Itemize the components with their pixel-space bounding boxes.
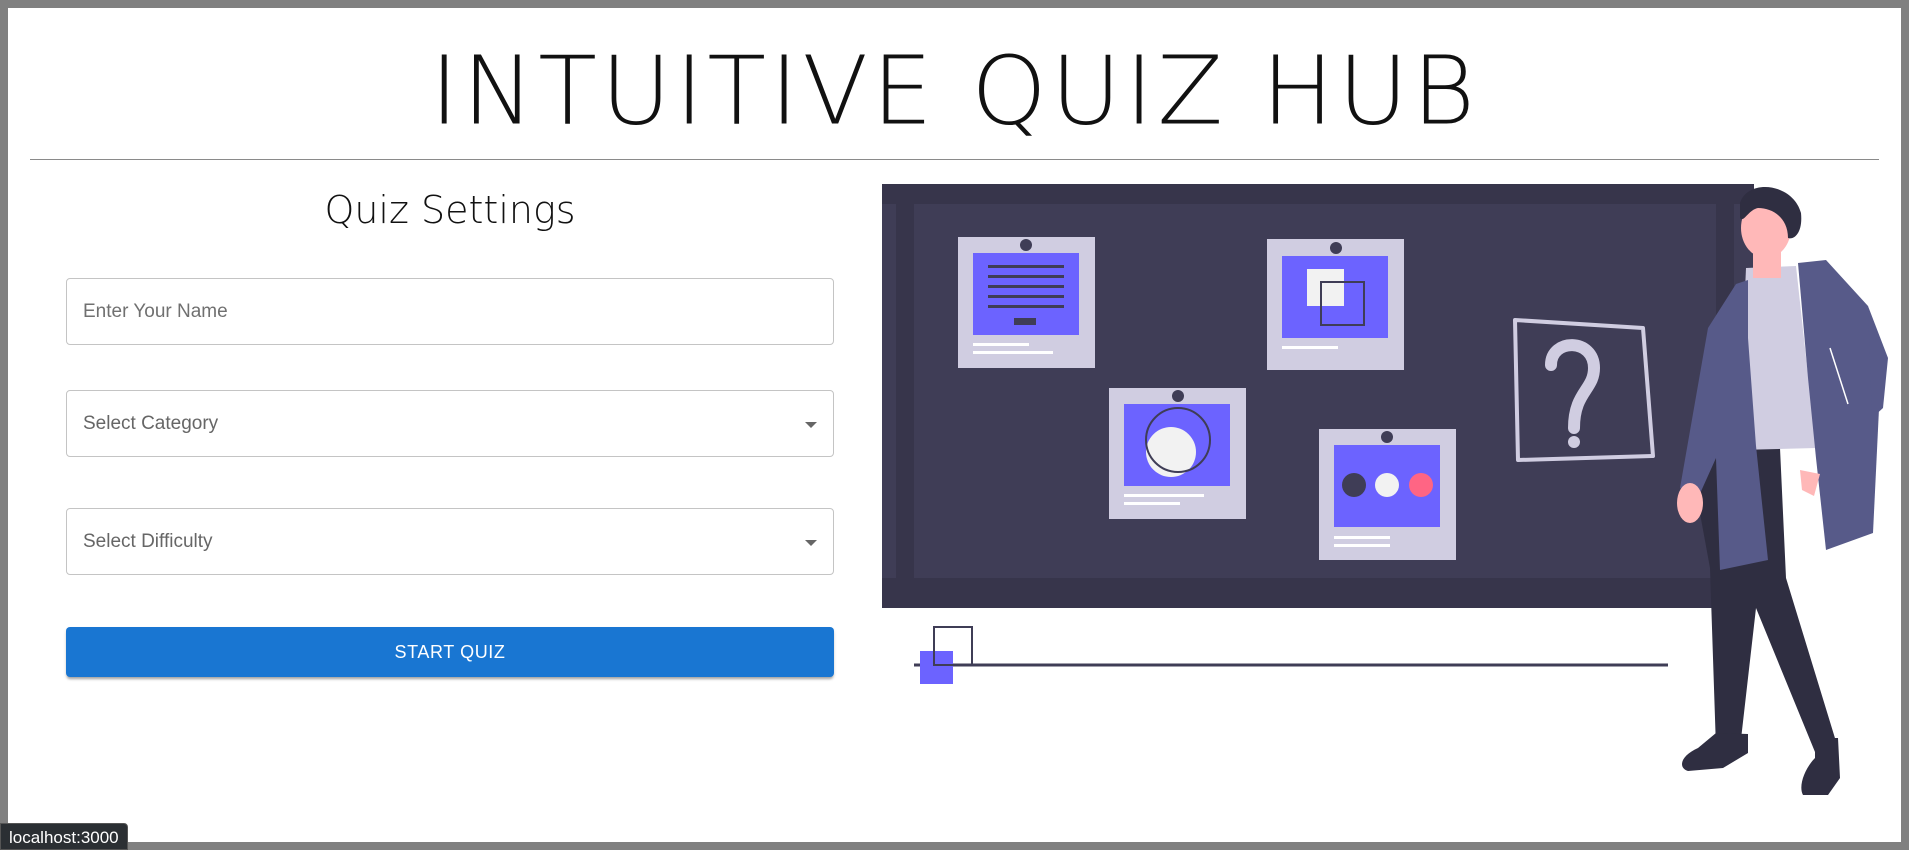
chevron-down-icon [805,540,817,546]
name-input[interactable] [67,279,833,344]
quiz-settings-heading: Quiz Settings [66,188,834,232]
start-quiz-button[interactable]: START QUIZ [66,627,834,677]
category-select[interactable]: Select Category [66,390,834,457]
accent-square [920,651,953,684]
category-select-label: Select Category [83,413,218,435]
app-frame: INTUITIVE QUIZ HUB Quiz Settings Select … [0,0,1909,850]
dots-card [1319,429,1456,560]
quiz-board-illustration [868,178,1898,828]
chevron-down-icon [805,422,817,428]
shapes-card [1267,239,1404,370]
document-card [958,237,1095,368]
status-bar-url: localhost:3000 [0,823,128,850]
difficulty-select[interactable]: Select Difficulty [66,508,834,575]
circles-card [1109,388,1246,519]
app-title: INTUITIVE QUIZ HUB [8,37,1901,145]
difficulty-select-label: Select Difficulty [83,531,213,553]
title-divider [30,159,1879,160]
name-field[interactable] [66,278,834,345]
